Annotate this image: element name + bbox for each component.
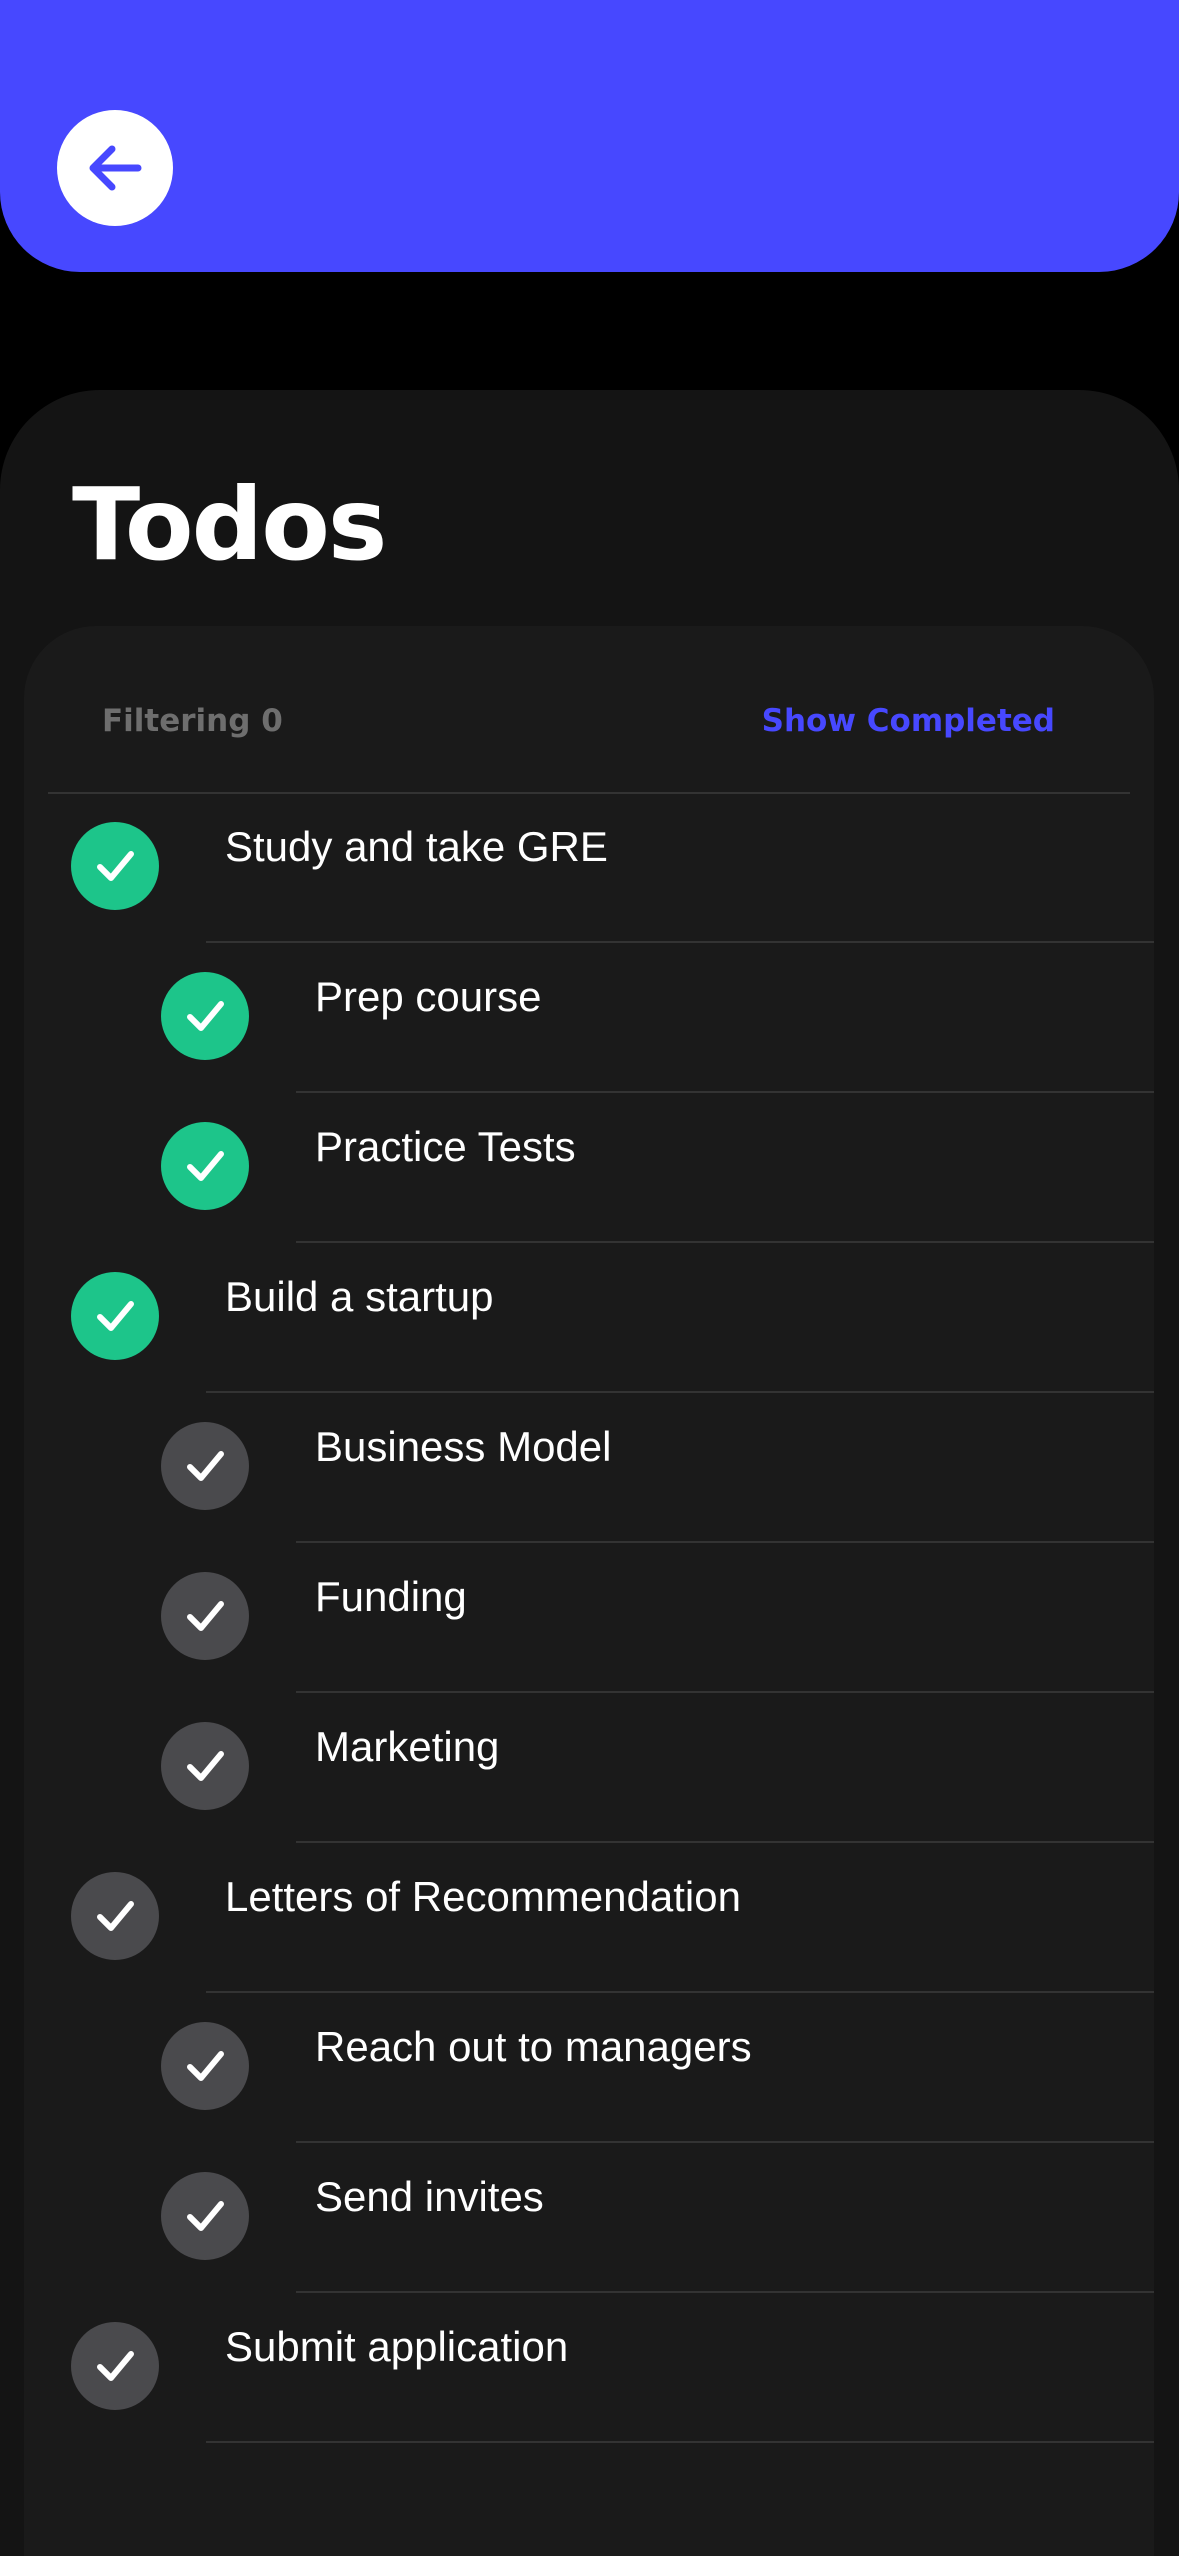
divider	[206, 2441, 1154, 2443]
todo-checkbox-checked[interactable]	[71, 822, 159, 910]
todo-item[interactable]: Build a startup	[0, 1268, 1179, 1418]
checkmark-icon	[187, 1601, 224, 1631]
todo-label: Submit application	[225, 2323, 569, 2370]
todo-label: Practice Tests	[315, 1123, 576, 1170]
todo-item[interactable]: Prep course	[0, 968, 1179, 1118]
todo-label: Study and take GRE	[225, 823, 608, 870]
checkmark-icon	[187, 1001, 224, 1031]
checkmark-icon	[97, 1901, 134, 1931]
todo-checkbox-checked[interactable]	[161, 972, 249, 1060]
todo-label: Build a startup	[225, 1273, 494, 1320]
checkmark-icon	[187, 1751, 224, 1781]
todo-checkbox-checked[interactable]	[71, 1272, 159, 1360]
checkmark-icon	[97, 2351, 134, 2381]
divider	[48, 792, 1130, 794]
checkmark-icon	[187, 1151, 224, 1181]
todo-checkbox-unchecked[interactable]	[161, 1722, 249, 1810]
todo-checkbox-unchecked[interactable]	[161, 2022, 249, 2110]
todo-label: Business Model	[315, 1423, 612, 1470]
page-title: Todos	[72, 466, 387, 583]
checkmark-icon	[97, 851, 134, 881]
todo-checkbox-unchecked[interactable]	[71, 2322, 159, 2410]
todo-checkbox-unchecked[interactable]	[161, 1572, 249, 1660]
todo-item[interactable]: Send invites	[0, 2168, 1179, 2318]
todo-checkbox-unchecked[interactable]	[71, 1872, 159, 1960]
divider	[296, 1691, 1154, 1693]
back-button[interactable]	[57, 110, 173, 226]
checkmark-icon	[187, 1451, 224, 1481]
todo-label: Reach out to managers	[315, 2023, 752, 2070]
todo-checkbox-unchecked[interactable]	[161, 2172, 249, 2260]
todo-item[interactable]: Study and take GRE	[0, 818, 1179, 968]
todo-checkbox-unchecked[interactable]	[161, 1422, 249, 1510]
divider	[206, 1991, 1154, 1993]
divider	[296, 1841, 1154, 1843]
divider	[296, 2141, 1154, 2143]
app-header	[0, 0, 1179, 272]
todo-item[interactable]: Reach out to managers	[0, 2018, 1179, 2168]
todo-label: Funding	[315, 1573, 467, 1620]
todo-label: Send invites	[315, 2173, 544, 2220]
todo-item[interactable]: Funding	[0, 1568, 1179, 1718]
filter-count-label: Filtering 0	[102, 703, 283, 739]
divider	[296, 1091, 1154, 1093]
todo-item[interactable]: Marketing	[0, 1718, 1179, 1868]
arrow-left-icon	[89, 145, 142, 191]
todo-item[interactable]: Business Model	[0, 1418, 1179, 1568]
divider	[296, 1241, 1154, 1243]
todo-item[interactable]: Submit application	[0, 2318, 1179, 2468]
todo-item[interactable]: Practice Tests	[0, 1118, 1179, 1268]
todo-label: Prep course	[315, 973, 542, 1020]
checkmark-icon	[97, 1301, 134, 1331]
divider	[296, 2291, 1154, 2293]
checkmark-icon	[187, 2201, 224, 2231]
divider	[206, 1391, 1154, 1393]
todo-label: Marketing	[315, 1723, 500, 1770]
todo-checkbox-checked[interactable]	[161, 1122, 249, 1210]
todo-item[interactable]: Letters of Recommendation	[0, 1868, 1179, 2018]
divider	[296, 1541, 1154, 1543]
divider	[206, 941, 1154, 943]
checkmark-icon	[187, 2051, 224, 2081]
todo-label: Letters of Recommendation	[225, 1873, 741, 1920]
show-completed-button[interactable]: Show Completed	[762, 700, 1055, 742]
